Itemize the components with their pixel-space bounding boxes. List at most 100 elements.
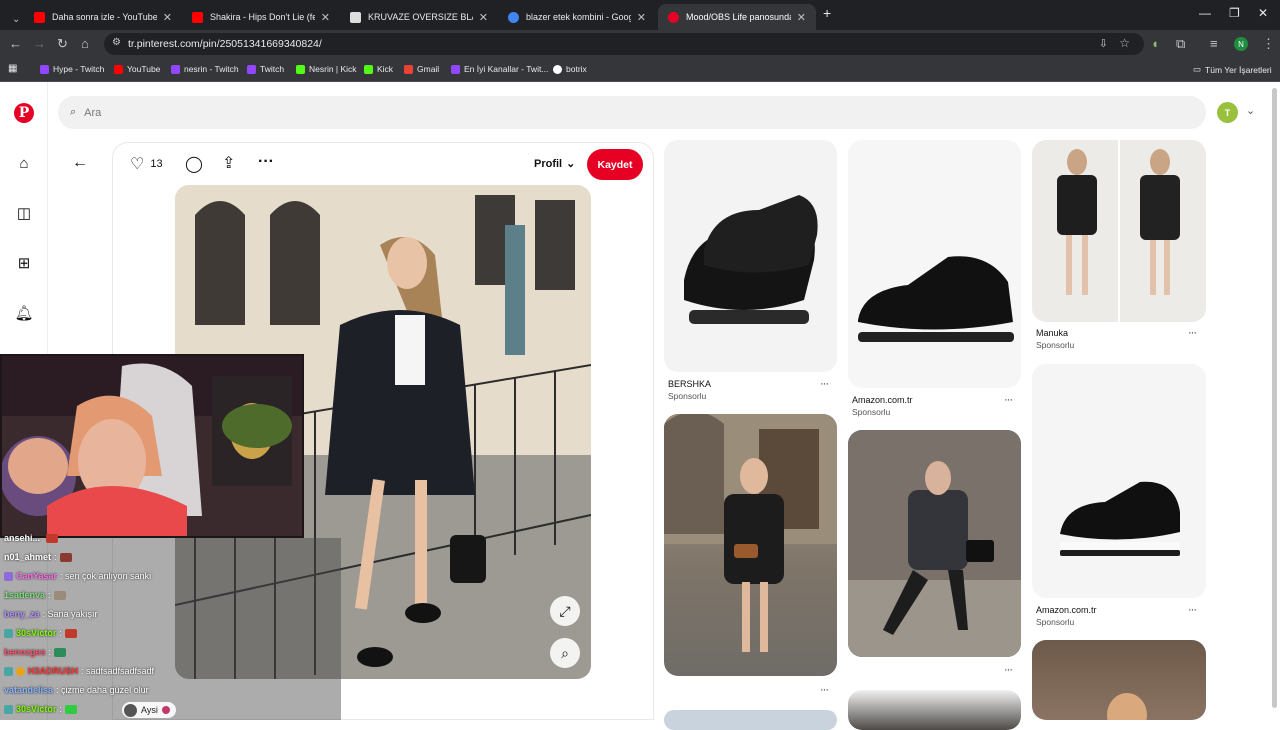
- expand-icon[interactable]: ⤢: [550, 596, 580, 626]
- reload-icon[interactable]: ↻: [57, 36, 68, 52]
- bookmark-8[interactable]: botrix: [553, 64, 587, 74]
- profile-board-dropdown[interactable]: Profil ⌄: [534, 157, 575, 171]
- more-options-icon[interactable]: ···: [1004, 394, 1013, 406]
- pin-caption[interactable]: Manuka Sponsorlu: [1036, 328, 1074, 350]
- pin-image-loafer-amazon-2[interactable]: [1032, 364, 1206, 598]
- page-scrollbar[interactable]: [1272, 88, 1277, 708]
- kick-icon: [364, 64, 373, 74]
- pin-image-loafer-amazon[interactable]: [848, 140, 1021, 388]
- more-options-icon[interactable]: ···: [1188, 604, 1197, 616]
- chat-text: : çizme daha güzel olur: [56, 685, 149, 695]
- bookmark-label: En İyi Kanallar - Twit...: [464, 64, 549, 74]
- tab-4[interactable]: Mood/OBS Life panosundaki Pi ✕: [658, 4, 816, 30]
- new-tab-button[interactable]: +: [823, 5, 831, 21]
- home-icon[interactable]: ⌂: [81, 36, 89, 51]
- close-icon[interactable]: ✕: [637, 11, 646, 24]
- user-avatar[interactable]: T: [1217, 102, 1238, 123]
- bookmark-1[interactable]: YouTube: [114, 64, 160, 74]
- more-options-icon[interactable]: ···: [820, 378, 829, 390]
- like-button[interactable]: ♡ 13: [130, 154, 163, 174]
- pin-image-blazer-manuka[interactable]: [1032, 140, 1206, 322]
- tab-1[interactable]: Shakira - Hips Don't Lie (featuri ✕: [182, 4, 340, 30]
- create-icon[interactable]: ⊞: [13, 252, 35, 274]
- twitch-icon: [171, 64, 180, 74]
- tab-3[interactable]: blazer etek kombini - Google'da ✕: [498, 4, 656, 30]
- close-icon[interactable]: ✕: [479, 11, 488, 24]
- chat-text: :: [59, 704, 62, 714]
- extensions-icon[interactable]: ⧉: [1176, 36, 1185, 52]
- audio-icon[interactable]: ◖: [1151, 36, 1159, 51]
- share-icon[interactable]: ⇪: [222, 153, 235, 173]
- more-options-icon[interactable]: ···: [1004, 664, 1013, 676]
- forward-arrow-icon[interactable]: →: [33, 36, 46, 51]
- brand-name: Amazon.com.tr: [852, 395, 913, 405]
- chat-text: :: [54, 552, 57, 562]
- zara-icon: [350, 11, 361, 23]
- pin-image-outfit-steps[interactable]: [848, 430, 1021, 657]
- more-options-icon[interactable]: ···: [258, 153, 274, 171]
- pin-caption[interactable]: Amazon.com.tr Sponsorlu: [1036, 605, 1097, 627]
- tab-0[interactable]: Daha sonra izle - YouTube ✕: [24, 4, 182, 30]
- chat-username: beny_za: [4, 609, 40, 619]
- bookmark-6[interactable]: Gmail: [404, 64, 439, 74]
- pin-image-partial[interactable]: [664, 710, 837, 730]
- close-window-button[interactable]: ✕: [1258, 6, 1268, 20]
- chat-text: : sadfsadfsadfsadf: [81, 666, 155, 676]
- bookmark-5[interactable]: Kick: [364, 64, 393, 74]
- tab-search-icon[interactable]: ≡: [1210, 36, 1218, 51]
- emote-icon: [54, 647, 67, 657]
- close-icon[interactable]: ✕: [163, 11, 172, 24]
- pin-image-loafer-bershka[interactable]: [664, 140, 837, 372]
- more-menu-icon[interactable]: ⋮: [1262, 36, 1275, 52]
- bookmark-2[interactable]: nesrin - Twitch: [171, 64, 239, 74]
- pin-image-partial[interactable]: [848, 690, 1021, 730]
- chat-text: :: [48, 647, 52, 657]
- back-arrow-icon[interactable]: ←: [72, 154, 88, 172]
- sponsored-label: Sponsorlu: [668, 391, 707, 401]
- install-app-icon[interactable]: ⇩: [1099, 37, 1108, 50]
- pin-image-outfit-street[interactable]: [664, 414, 837, 676]
- browser-tab-strip: ⌄ Daha sonra izle - YouTube ✕ Shakira - …: [0, 0, 1280, 30]
- tab-title: Daha sonra izle - YouTube: [52, 12, 157, 22]
- save-button[interactable]: Kaydet: [587, 149, 643, 180]
- pinterest-logo-icon[interactable]: P: [14, 103, 34, 123]
- bookmark-7[interactable]: En İyi Kanallar - Twit...: [451, 64, 548, 74]
- minimize-button[interactable]: —: [1199, 6, 1211, 20]
- address-bar[interactable]: ⚙ tr.pinterest.com/pin/25051341669340824…: [104, 33, 1144, 55]
- notifications-bell-icon[interactable]: 🔔︎: [13, 302, 35, 324]
- pin-caption[interactable]: BERSHKA Sponsorlu: [668, 379, 711, 401]
- bookmark-label: Twitch: [260, 64, 285, 74]
- pin-caption[interactable]: Amazon.com.tr Sponsorlu: [852, 395, 913, 417]
- back-arrow-icon[interactable]: ←: [9, 36, 22, 51]
- viewer-name: Aysi: [141, 705, 158, 715]
- search-input[interactable]: ⌕ Ara: [58, 96, 1206, 129]
- avatar: [124, 703, 137, 717]
- search-placeholder: Ara: [84, 106, 102, 119]
- home-icon[interactable]: ⌂: [13, 152, 35, 174]
- site-info-icon[interactable]: ⚙: [112, 37, 121, 48]
- explore-icon[interactable]: ◫: [13, 202, 35, 224]
- restore-button[interactable]: ❐: [1229, 6, 1240, 20]
- more-options-icon[interactable]: ···: [1188, 327, 1197, 339]
- sponsored-label: Sponsorlu: [1036, 617, 1075, 627]
- chrome-profile-avatar[interactable]: N: [1234, 37, 1248, 51]
- close-icon[interactable]: ✕: [797, 11, 806, 24]
- loafer-shoe-image: [858, 256, 1014, 342]
- bookmark-star-icon[interactable]: ☆: [1119, 36, 1130, 50]
- bookmark-0[interactable]: Hype - Twitch: [40, 64, 104, 74]
- more-options-icon[interactable]: ···: [820, 684, 829, 696]
- comment-icon[interactable]: ◯: [185, 154, 203, 174]
- bookmark-4[interactable]: Nesrin | Kick: [296, 64, 357, 74]
- tab-search-menu[interactable]: ⌄: [2, 6, 24, 32]
- chevron-down-icon[interactable]: ⌄: [1246, 104, 1255, 117]
- close-icon[interactable]: ✕: [321, 11, 330, 24]
- chat-message: vatandelisa : çizme daha güzel olur: [4, 685, 149, 695]
- all-bookmarks[interactable]: ▭ Tüm Yer İşaretleri: [1193, 64, 1272, 75]
- visual-search-icon[interactable]: ⌕: [550, 638, 580, 668]
- twitch-icon: [247, 64, 256, 74]
- tab-2[interactable]: KRUVAZE OVERSIZE BLAZER - M ✕: [340, 4, 498, 30]
- apps-grid-icon[interactable]: ▦: [8, 63, 17, 74]
- chat-message: 30sVictor :: [4, 704, 77, 714]
- bookmark-3[interactable]: Twitch: [247, 64, 284, 74]
- pin-image-partial[interactable]: [1032, 640, 1206, 720]
